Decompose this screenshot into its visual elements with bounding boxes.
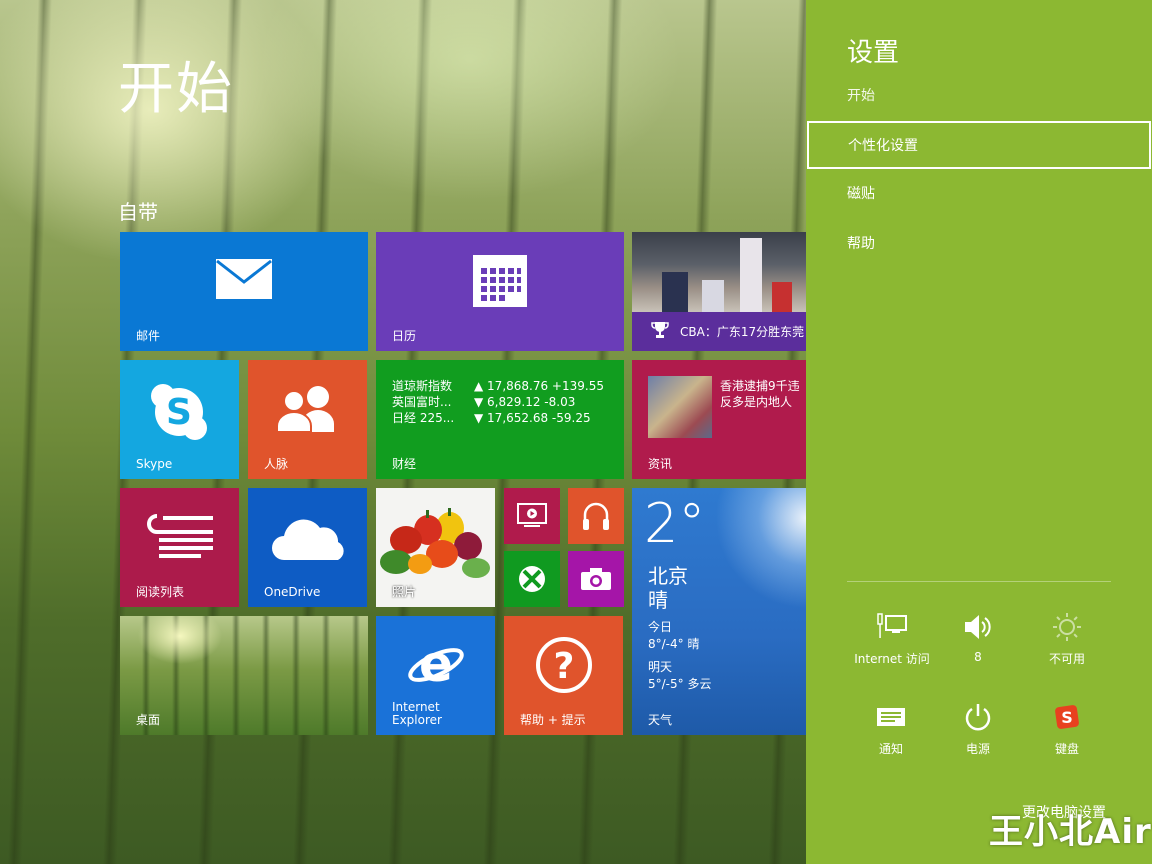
photos-tile-label: 照片 (392, 585, 417, 599)
calendar-tile[interactable]: 日历 (376, 232, 624, 351)
network-icon (877, 613, 907, 638)
cloud-icon (272, 519, 344, 560)
finance-indices: 道琼斯指数 ▲ 17,868.76 +139.55 英国富时... ▼ 6,829.… (392, 378, 604, 426)
reading-list-tile[interactable]: 阅读列表 (120, 488, 239, 607)
volume-label: 8 (974, 650, 982, 664)
vegetables-photo (380, 508, 490, 578)
keyboard-label: 键盘 (1054, 742, 1079, 756)
onedrive-tile-label: OneDrive (264, 585, 321, 599)
weather-temperature: 2° (644, 492, 706, 555)
news-tile-label: 资讯 (648, 457, 673, 471)
svg-text:S: S (1061, 708, 1073, 727)
finance-index-value: ▲ 17,868.76 +139.55 (474, 379, 604, 393)
games-tile[interactable] (504, 551, 560, 607)
internet-explorer-icon: e (408, 636, 464, 693)
camera-tile[interactable] (568, 551, 624, 607)
finance-index-value: ▼ 6,829.12 -8.03 (474, 395, 576, 409)
skype-tile-label: Skype (136, 457, 173, 471)
mail-tile[interactable]: 邮件 (120, 232, 368, 351)
notification-icon (877, 708, 905, 726)
keyboard-icon: S (1055, 705, 1079, 729)
finance-index-value: ▼ 17,652.68 -59.25 (474, 411, 591, 425)
mail-tile-label: 邮件 (136, 329, 161, 343)
finance-index-name: 道琼斯指数 (392, 379, 453, 393)
onedrive-tile[interactable]: OneDrive (248, 488, 367, 607)
photos-tile[interactable]: 照片 (376, 488, 495, 607)
finance-row: 道琼斯指数 ▲ 17,868.76 +139.55 (392, 378, 604, 394)
settings-title: 设置 (847, 38, 900, 68)
finance-tile-label: 财经 (392, 457, 417, 471)
settings-subtitle: 开始 (847, 88, 875, 104)
weather-tile-label: 天气 (648, 713, 673, 727)
brightness-label: 不可用 (1048, 652, 1085, 666)
quick-setting-network[interactable]: Internet 访问 (842, 612, 942, 667)
reading-list-icon (147, 514, 213, 558)
ie-tile[interactable]: e Internet Explorer (376, 616, 495, 735)
weather-today-value: 8°/-4° 晴 (648, 637, 700, 651)
sports-headline: CBA：广东17分胜东莞 (680, 325, 805, 339)
calendar-tile-label: 日历 (392, 329, 417, 343)
settings-item-help[interactable]: 帮助 (806, 221, 1152, 269)
camera-icon (581, 568, 611, 590)
news-tile[interactable]: 香港逮捕9千违反多是内地人 资讯 (632, 360, 806, 479)
desktop-tile[interactable]: 桌面 (120, 616, 368, 735)
power-icon (965, 704, 991, 731)
help-icon: ? (536, 637, 592, 693)
mail-icon (216, 259, 272, 299)
sports-tile[interactable]: CBA：广东17分胜东莞 (632, 232, 806, 351)
network-label: Internet 访问 (854, 652, 930, 666)
speaker-icon (965, 615, 991, 639)
weather-tile[interactable]: 2° 北京 晴 今日 8°/-4° 晴 明天 5°/-5° 多云 天气 (632, 488, 806, 735)
desktop-tile-label: 桌面 (136, 713, 161, 727)
group-label: 自带 (118, 200, 158, 224)
settings-item-tiles[interactable]: 磁贴 (806, 171, 1152, 219)
svg-text:?: ? (554, 646, 575, 687)
skype-icon: S (151, 384, 207, 440)
start-title: 开始 (118, 57, 234, 122)
settings-item-personalize[interactable]: 个性化设置 (807, 121, 1151, 169)
ie-label-line2: Explorer (392, 713, 442, 727)
calendar-icon (473, 255, 527, 307)
people-tile-label: 人脉 (264, 457, 289, 471)
people-tile[interactable]: 人脉 (248, 360, 367, 479)
finance-tile[interactable]: 道琼斯指数 ▲ 17,868.76 +139.55 英国富时... ▼ 6,829.… (376, 360, 624, 479)
watermark: 王小北Air (989, 812, 1152, 852)
video-tile[interactable] (504, 488, 560, 544)
quick-setting-notifications[interactable]: 通知 (841, 702, 941, 757)
notifications-label: 通知 (878, 742, 903, 756)
reading-list-tile-label: 阅读列表 (136, 585, 185, 599)
weather-condition: 晴 (648, 588, 668, 612)
settings-panel: 设置 开始 个性化设置 磁贴 帮助 Internet 访问 8 不可用 通知 电… (806, 0, 1152, 864)
finance-row: 日经 225... ▼ 17,652.68 -59.25 (392, 410, 604, 426)
video-icon (517, 503, 547, 527)
quick-setting-volume[interactable]: 8 (928, 612, 1028, 664)
quick-setting-power[interactable]: 电源 (928, 702, 1028, 757)
finance-index-name: 日经 225... (392, 411, 455, 425)
help-tips-tile-label: 帮助 + 提示 (520, 713, 586, 727)
music-tile[interactable] (568, 488, 624, 544)
skype-tile[interactable]: S Skype (120, 360, 239, 479)
trophy-icon (651, 322, 669, 338)
help-tips-tile[interactable]: ? 帮助 + 提示 (504, 616, 623, 735)
headphones-icon (583, 502, 609, 530)
xbox-icon (519, 566, 545, 592)
finance-row: 英国富时... ▼ 6,829.12 -8.03 (392, 394, 604, 410)
weather-tomorrow-label: 明天 (648, 660, 673, 674)
finance-index-name: 英国富时... (392, 395, 452, 409)
weather-today-label: 今日 (648, 620, 673, 634)
settings-divider (847, 581, 1111, 582)
sports-photo (632, 232, 806, 312)
quick-setting-keyboard[interactable]: S 键盘 (1017, 702, 1117, 757)
news-headline: 香港逮捕9千违反多是内地人 (720, 379, 800, 409)
quick-setting-brightness[interactable]: 不可用 (1017, 612, 1117, 667)
brightness-icon (1053, 613, 1081, 641)
svg-text:e: e (419, 636, 453, 693)
people-icon (276, 386, 334, 432)
svg-text:S: S (166, 392, 192, 433)
news-photo (648, 376, 712, 438)
power-label: 电源 (965, 742, 990, 756)
weather-tomorrow-value: 5°/-5° 多云 (648, 677, 712, 691)
ie-tile-label: Internet Explorer (392, 701, 442, 727)
